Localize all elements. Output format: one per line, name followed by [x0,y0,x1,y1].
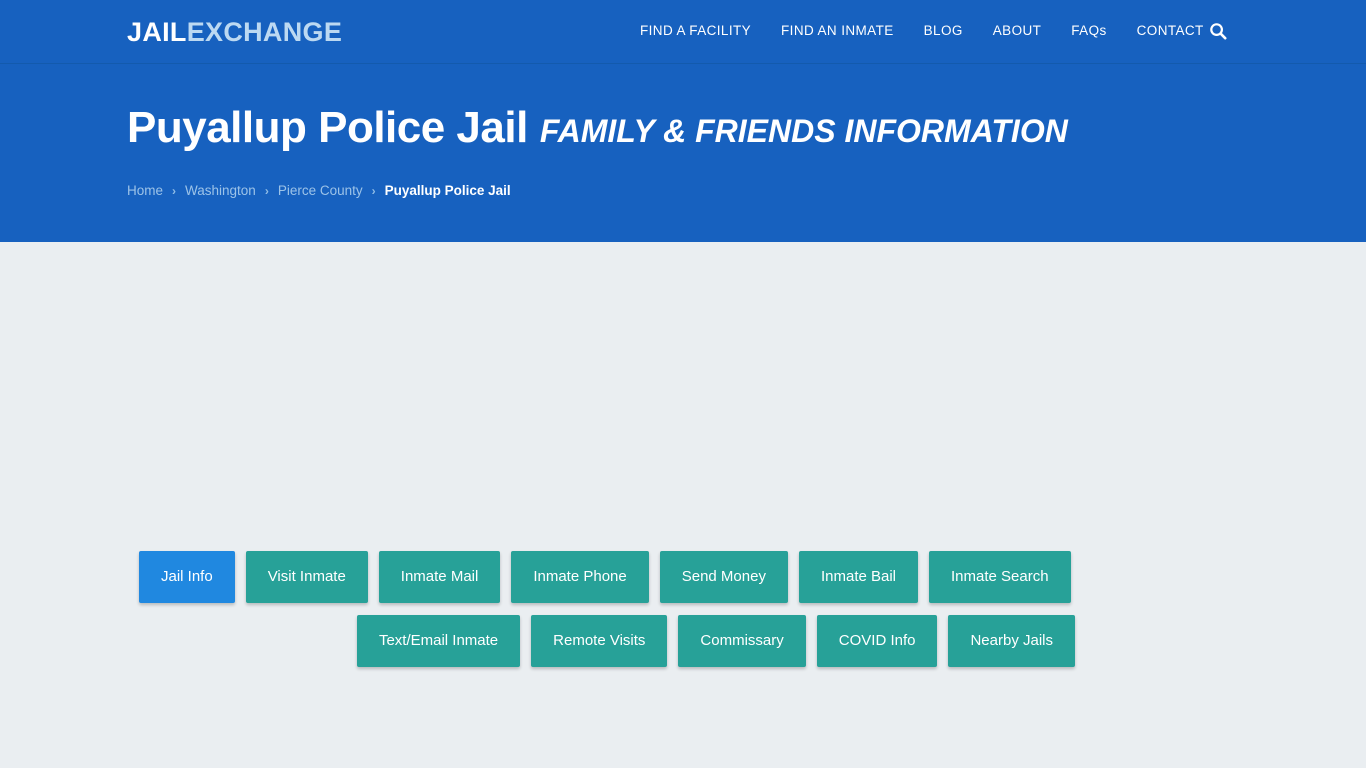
breadcrumb-item-washington[interactable]: Washington [185,181,256,201]
tab-jail-info[interactable]: Jail Info [139,551,235,603]
nav-item-find-an-inmate[interactable]: FIND AN INMATE [781,22,894,40]
page-title: Puyallup Police Jail FAMILY & FRIENDS INF… [127,100,1068,159]
breadcrumb-item-current: Puyallup Police Jail [384,183,511,198]
top-navigation-bar: JAILEXCHANGE FIND A FACILITY FIND AN INM… [0,0,1366,64]
tab-remote-visits[interactable]: Remote Visits [531,615,668,667]
tab-row-secondary: Text/Email Inmate Remote Visits Commissa… [139,615,1227,667]
top-navigation-inner: JAILEXCHANGE FIND A FACILITY FIND AN INM… [0,0,1366,63]
main-content: Jail Info Visit Inmate Inmate Mail Inmat… [0,242,1366,768]
nav-item-find-a-facility[interactable]: FIND A FACILITY [640,22,751,40]
main-navigation: FIND A FACILITY FIND AN INMATE BLOG ABOU… [640,22,1204,40]
page-root: JAILEXCHANGE FIND A FACILITY FIND AN INM… [0,0,1366,768]
tab-commissary[interactable]: Commissary [678,615,806,667]
tab-inmate-bail[interactable]: Inmate Bail [798,551,919,603]
page-title-main: Puyallup Police Jail [127,103,528,152]
nav-item-faqs[interactable]: FAQs [1071,22,1106,40]
breadcrumb-item-home[interactable]: Home [127,181,163,201]
hero-banner: Puyallup Police Jail FAMILY & FRIENDS INF… [0,64,1366,242]
tab-nearby-jails[interactable]: Nearby Jails [948,615,1075,667]
logo-text-exchange: EXCHANGE [186,17,343,47]
tab-covid-info[interactable]: COVID Info [816,615,938,667]
nav-item-about[interactable]: ABOUT [993,22,1042,40]
chevron-right-icon: › [264,184,269,198]
nav-item-contact[interactable]: CONTACT [1137,22,1204,40]
breadcrumb: Home › Washington › Pierce County › Puya… [127,181,511,201]
tab-text-email-inmate[interactable]: Text/Email Inmate [356,615,521,667]
tab-visit-inmate[interactable]: Visit Inmate [245,551,368,603]
chevron-right-icon: › [172,184,177,198]
tab-inmate-mail[interactable]: Inmate Mail [378,551,501,603]
tab-inmate-phone[interactable]: Inmate Phone [511,551,649,603]
nav-item-blog[interactable]: BLOG [924,22,963,40]
tab-row-primary: Jail Info Visit Inmate Inmate Mail Inmat… [139,551,1227,603]
tab-send-money[interactable]: Send Money [659,551,788,603]
breadcrumb-item-pierce-county[interactable]: Pierce County [278,181,363,201]
site-logo[interactable]: JAILEXCHANGE [127,16,342,48]
logo-text-jail: JAIL [127,17,187,47]
search-icon[interactable] [1208,21,1228,41]
page-title-subtitle: FAMILY & FRIENDS INFORMATION [539,113,1068,149]
facility-tab-buttons: Jail Info Visit Inmate Inmate Mail Inmat… [139,551,1227,667]
chevron-right-icon: › [371,184,376,198]
tab-inmate-search[interactable]: Inmate Search [929,551,1071,603]
